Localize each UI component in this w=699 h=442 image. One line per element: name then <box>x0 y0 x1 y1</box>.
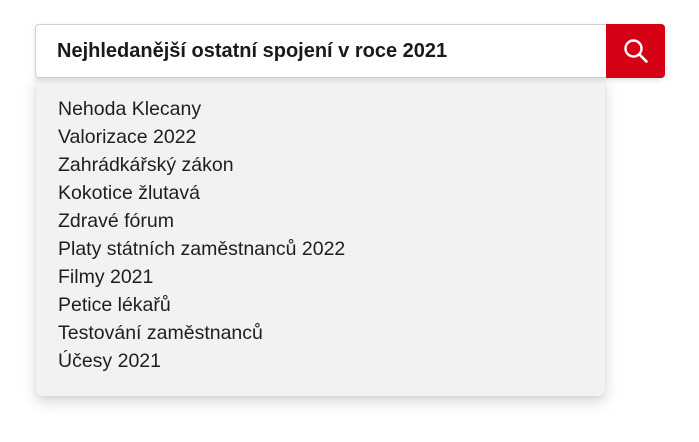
suggestion-item[interactable]: Filmy 2021 <box>58 263 605 291</box>
suggestion-item[interactable]: Platy státních zaměstnanců 2022 <box>58 235 605 263</box>
suggestion-item[interactable]: Zdravé fórum <box>58 207 605 235</box>
search-icon <box>623 39 648 63</box>
suggestion-item[interactable]: Zahrádkářský zákon <box>58 151 605 179</box>
suggestion-item[interactable]: Testování zaměstnanců <box>58 319 605 347</box>
suggestion-item[interactable]: Kokotice žlutavá <box>58 179 605 207</box>
suggestion-list: Nehoda Klecany Valorizace 2022 Zahrádkář… <box>58 95 605 375</box>
search-button[interactable] <box>606 24 665 78</box>
search-input[interactable] <box>36 25 606 77</box>
suggestion-item[interactable]: Účesy 2021 <box>58 347 605 375</box>
suggestion-item[interactable]: Nehoda Klecany <box>58 95 605 123</box>
suggestion-item[interactable]: Petice lékařů <box>58 291 605 319</box>
search-bar <box>35 24 665 78</box>
suggestions-dropdown: Nehoda Klecany Valorizace 2022 Zahrádkář… <box>36 78 605 396</box>
suggestion-item[interactable]: Valorizace 2022 <box>58 123 605 151</box>
